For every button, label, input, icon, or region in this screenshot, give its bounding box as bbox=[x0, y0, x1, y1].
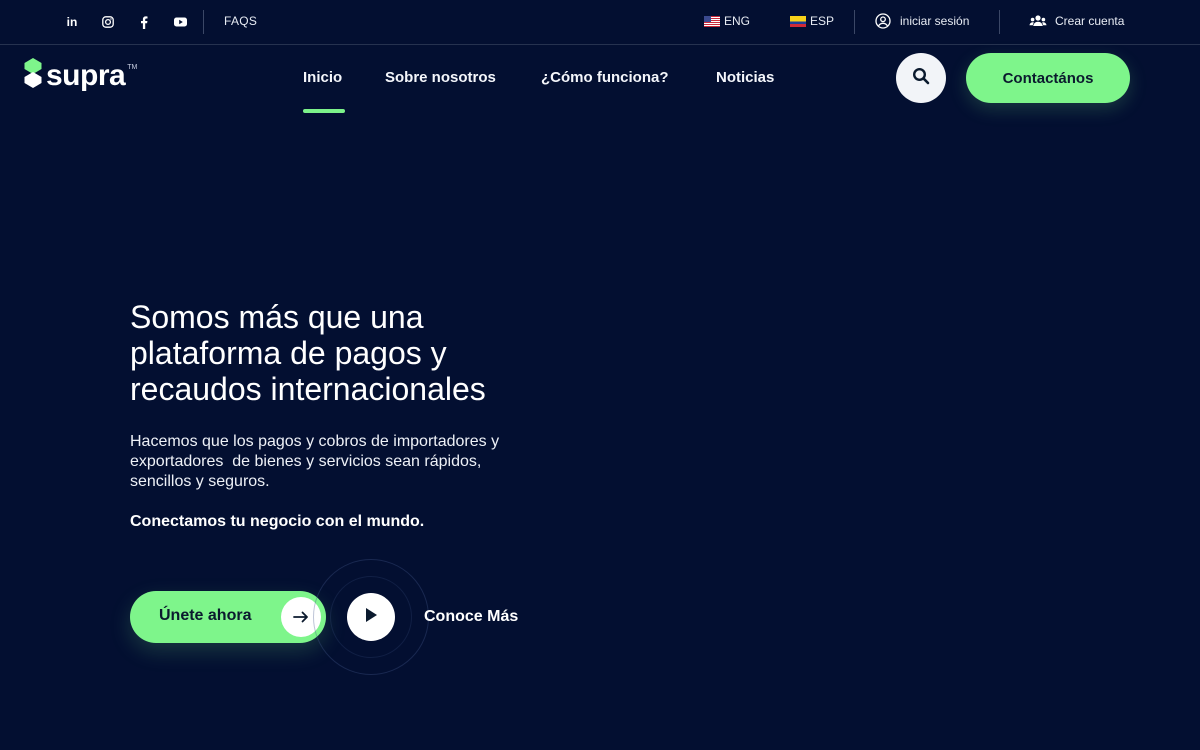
login-label: iniciar sesión bbox=[900, 14, 969, 28]
hero-tagline: Conectamos tu negocio con el mundo. bbox=[130, 513, 424, 531]
linkedin-icon[interactable]: in bbox=[63, 13, 81, 31]
divider bbox=[999, 10, 1000, 34]
user-circle-icon bbox=[874, 12, 892, 30]
hero-description: Hacemos que los pagos y cobros de import… bbox=[130, 432, 560, 492]
active-nav-indicator bbox=[303, 109, 345, 113]
nav-item-inicio[interactable]: Inicio bbox=[303, 69, 342, 86]
faqs-link[interactable]: FAQS bbox=[224, 14, 257, 28]
lang-eng-label: ENG bbox=[724, 14, 750, 28]
instagram-icon[interactable] bbox=[99, 13, 117, 31]
divider bbox=[854, 10, 855, 34]
hero-title: Somos más que una plataforma de pagos y … bbox=[130, 299, 600, 407]
signup-label: Crear cuenta bbox=[1055, 14, 1124, 28]
facebook-icon[interactable] bbox=[135, 13, 153, 31]
top-utility-bar: in FAQS ENG ESP iniciar sesión Crear cue… bbox=[0, 0, 1200, 45]
play-video-button[interactable] bbox=[347, 593, 395, 641]
search-icon bbox=[912, 67, 930, 90]
supra-logo-mark-icon bbox=[24, 58, 42, 93]
hero-title-line: plataforma de pagos y bbox=[130, 335, 600, 371]
contact-button[interactable]: Contactános bbox=[966, 53, 1130, 103]
login-link[interactable]: iniciar sesión bbox=[874, 12, 969, 30]
hero-description-line: sencillos y seguros. bbox=[130, 472, 560, 492]
youtube-icon[interactable] bbox=[171, 13, 189, 31]
supra-logo[interactable]: supra TM bbox=[24, 58, 137, 93]
divider bbox=[203, 10, 204, 34]
join-now-button[interactable]: Únete ahora bbox=[130, 591, 326, 643]
colombia-flag-icon bbox=[790, 16, 806, 27]
nav-item-como-funciona[interactable]: ¿Cómo funciona? bbox=[541, 69, 669, 86]
us-flag-icon bbox=[704, 16, 720, 27]
signup-link[interactable]: Crear cuenta bbox=[1029, 12, 1124, 30]
linkedin-icon-label: in bbox=[67, 15, 78, 29]
hero-description-line: Hacemos que los pagos y cobros de import… bbox=[130, 432, 560, 452]
lang-esp[interactable]: ESP bbox=[790, 14, 834, 28]
join-now-label: Únete ahora bbox=[159, 607, 251, 625]
user-group-icon bbox=[1029, 12, 1047, 30]
lang-eng[interactable]: ENG bbox=[704, 14, 750, 28]
search-button[interactable] bbox=[896, 53, 946, 103]
logo-wordmark: supra bbox=[46, 61, 125, 91]
hero-title-line: recaudos internacionales bbox=[130, 371, 600, 407]
nav-item-noticias[interactable]: Noticias bbox=[716, 69, 774, 86]
nav-item-sobre-nosotros[interactable]: Sobre nosotros bbox=[385, 69, 496, 86]
hero-title-line: Somos más que una bbox=[130, 299, 600, 335]
logo-trademark: TM bbox=[127, 64, 137, 71]
play-icon bbox=[364, 607, 378, 628]
hero-description-line: exportadores de bienes y servicios sean … bbox=[130, 452, 560, 472]
learn-more-link[interactable]: Conoce Más bbox=[424, 608, 518, 626]
lang-esp-label: ESP bbox=[810, 14, 834, 28]
